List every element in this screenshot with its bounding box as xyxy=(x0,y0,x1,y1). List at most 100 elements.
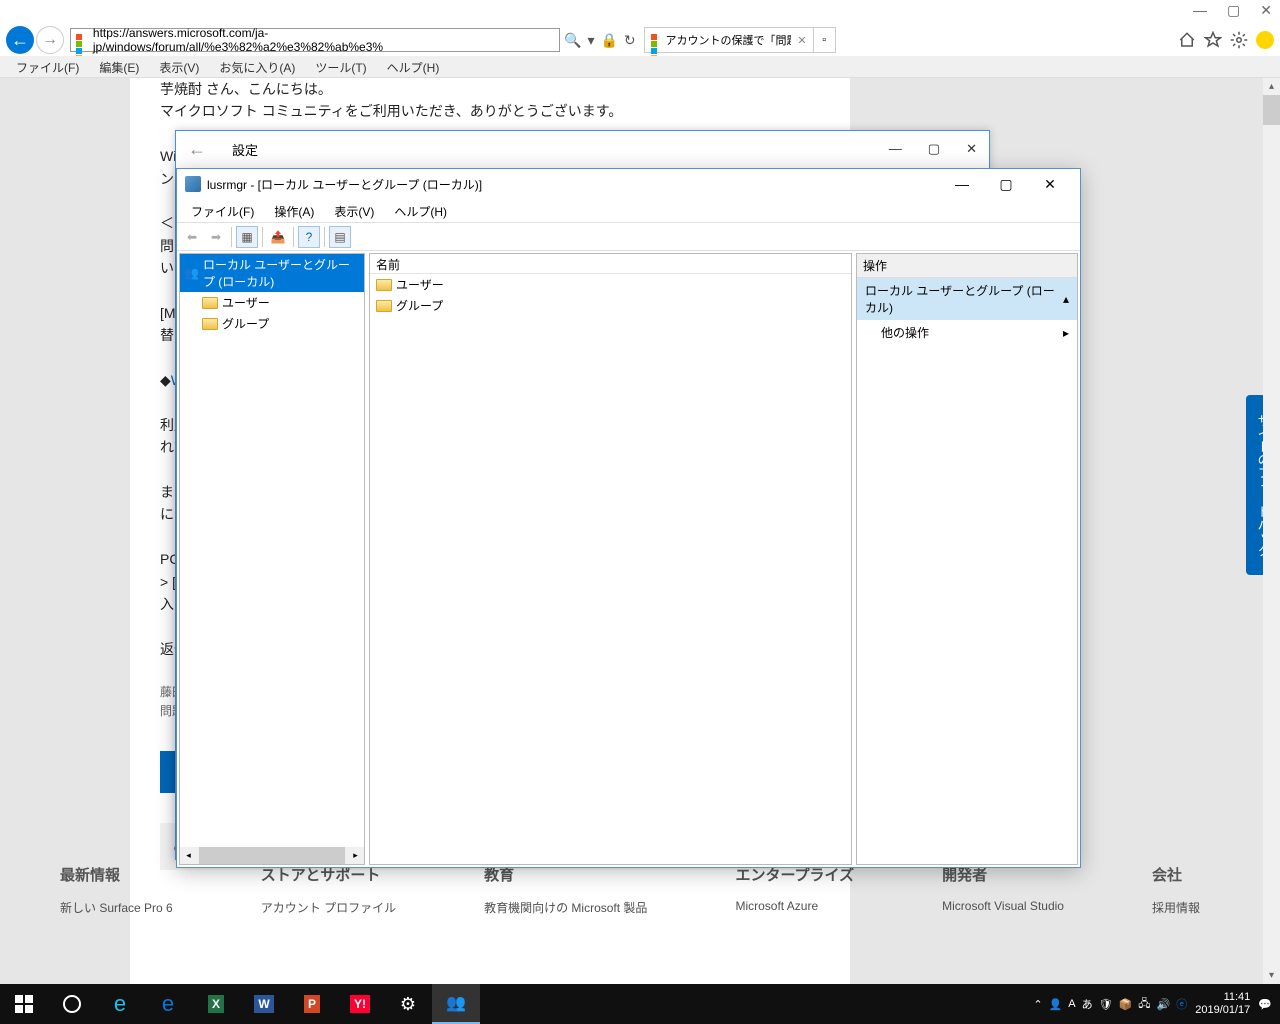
tray-volume-icon[interactable]: 🔊 xyxy=(1157,998,1171,1011)
action-center-icon[interactable]: 💬 xyxy=(1258,998,1272,1011)
taskbar-excel[interactable]: X xyxy=(192,984,240,1024)
settings-back-button[interactable]: ← xyxy=(188,139,206,160)
close-button[interactable]: ✕ xyxy=(1260,2,1272,19)
mmc-menu-bar: ファイル(F) 操作(A) 表示(V) ヘルプ(H) xyxy=(177,199,1080,223)
settings-maximize[interactable]: ▢ xyxy=(928,141,940,157)
tray-network-icon[interactable]: 🖧 xyxy=(1138,995,1150,1014)
lock-icon: 🔒 xyxy=(600,32,617,49)
list-row-groups[interactable]: グループ xyxy=(370,295,851,316)
taskbar-clock[interactable]: 11:41 2019/01/17 xyxy=(1195,991,1250,1017)
menu-view[interactable]: 表示(V) xyxy=(149,56,209,77)
scroll-left-icon[interactable]: ◂ xyxy=(180,847,197,864)
list-header-name[interactable]: 名前 xyxy=(370,254,851,274)
browser-tab[interactable]: アカウントの保護で「問題が発... ✕ xyxy=(644,27,814,53)
favorites-icon[interactable] xyxy=(1204,31,1222,49)
scroll-down-icon[interactable]: ▾ xyxy=(1263,967,1280,984)
home-icon[interactable] xyxy=(1178,31,1196,49)
footer-link[interactable]: 新しい Surface Pro 6 xyxy=(60,899,173,916)
footer-link[interactable]: 採用情報 xyxy=(1152,899,1200,916)
tray-kana-icon[interactable]: あ xyxy=(1082,996,1093,1012)
folder-icon xyxy=(202,297,218,309)
tray-defender-icon[interactable]: 🛡 xyxy=(1099,998,1113,1011)
mmc-menu-help[interactable]: ヘルプ(H) xyxy=(384,199,457,222)
settings-close[interactable]: ✕ xyxy=(966,141,977,157)
tray-edge-icon[interactable]: ⓔ xyxy=(1176,996,1187,1012)
footer-heading: 最新情報 xyxy=(60,864,173,885)
taskbar-settings[interactable]: ⚙ xyxy=(384,984,432,1024)
list-row-users[interactable]: ユーザー xyxy=(370,274,851,295)
system-tray: ⌃ 👤 A あ 🛡 📦 🖧 🔊 ⓔ 11:41 2019/01/17 💬 xyxy=(1033,991,1280,1017)
toolbar-export-icon[interactable]: 📤 xyxy=(267,226,289,248)
cortana-button[interactable] xyxy=(48,984,96,1024)
taskbar-edge[interactable]: e xyxy=(144,984,192,1024)
mmc-menu-view[interactable]: 表示(V) xyxy=(324,199,384,222)
mmc-close[interactable]: ✕ xyxy=(1028,170,1072,198)
taskbar-ie[interactable]: e xyxy=(96,984,144,1024)
footer: 最新情報新しい Surface Pro 6 ストアとサポートアカウント プロファ… xyxy=(60,864,1200,924)
taskbar-word[interactable]: W xyxy=(240,984,288,1024)
refresh-icon[interactable]: ↻ xyxy=(624,32,636,49)
mmc-menu-file[interactable]: ファイル(F) xyxy=(181,199,264,222)
settings-minimize[interactable]: — xyxy=(889,141,902,157)
settings-title: 設定 xyxy=(232,140,258,159)
menu-tools[interactable]: ツール(T) xyxy=(305,56,376,77)
footer-link[interactable]: アカウント プロファイル xyxy=(261,899,396,916)
tree-users[interactable]: ユーザー xyxy=(180,292,364,313)
footer-link[interactable]: Microsoft Azure xyxy=(735,899,854,913)
toolbar-back-icon[interactable]: ⬅ xyxy=(181,226,203,248)
tab-close-button[interactable]: ✕ xyxy=(797,34,806,47)
search-icon[interactable]: 🔍 xyxy=(564,32,581,49)
menu-help[interactable]: ヘルプ(H) xyxy=(377,56,450,77)
actions-item-label: 他の操作 xyxy=(881,324,929,341)
toolbar-forward-icon[interactable]: ➡ xyxy=(205,226,227,248)
mmc-maximize[interactable]: ▢ xyxy=(984,170,1028,198)
toolbar-actionpane-icon[interactable]: ▤ xyxy=(329,226,351,248)
tree-hscroll[interactable]: ◂ ▸ xyxy=(180,847,364,864)
page-scrollbar[interactable]: ▴ ▾ xyxy=(1263,78,1280,984)
tree-root[interactable]: 👥 ローカル ユーザーとグループ (ローカル) xyxy=(180,254,364,292)
start-button[interactable] xyxy=(0,984,48,1024)
taskbar-mmc[interactable]: 👥 xyxy=(432,984,480,1024)
mmc-toolbar: ⬅ ➡ ▦ 📤 ? ▤ xyxy=(177,223,1080,251)
forward-button[interactable]: → xyxy=(36,26,64,54)
scroll-thumb[interactable] xyxy=(1263,95,1280,125)
ms-logo-icon xyxy=(75,33,89,47)
settings-icon[interactable] xyxy=(1230,31,1248,49)
tray-people-icon[interactable]: 👤 xyxy=(1049,998,1063,1011)
smiley-icon[interactable] xyxy=(1256,31,1274,49)
taskbar-powerpoint[interactable]: P xyxy=(288,984,336,1024)
scroll-up-icon[interactable]: ▴ xyxy=(1263,78,1280,95)
menu-favorites[interactable]: お気に入り(A) xyxy=(209,56,305,77)
tray-ime-icon[interactable]: A xyxy=(1068,998,1075,1010)
actions-item-root[interactable]: ローカル ユーザーとグループ (ローカル) ▴ xyxy=(857,278,1077,320)
url-field[interactable]: https://answers.microsoft.com/ja-jp/wind… xyxy=(70,28,560,52)
footer-link[interactable]: Microsoft Visual Studio xyxy=(942,899,1064,913)
taskbar-yahoo[interactable]: Y! xyxy=(336,984,384,1024)
tree-groups[interactable]: グループ xyxy=(180,313,364,334)
footer-link[interactable]: 教育機関向けの Microsoft 製品 xyxy=(484,899,647,916)
new-tab-button[interactable]: ▫ xyxy=(814,27,836,53)
toolbar-showtree-icon[interactable]: ▦ xyxy=(236,226,258,248)
list-label: ユーザー xyxy=(396,276,444,293)
actions-item-more[interactable]: 他の操作 ▸ xyxy=(857,320,1077,345)
mmc-tree-pane: 👥 ローカル ユーザーとグループ (ローカル) ユーザー グループ ◂ ▸ xyxy=(179,253,365,865)
minimize-button[interactable]: — xyxy=(1193,2,1207,19)
mmc-menu-action[interactable]: 操作(A) xyxy=(264,199,324,222)
tree-groups-label: グループ xyxy=(222,315,269,332)
ie-menu-bar: ファイル(F) 編集(E) 表示(V) お気に入り(A) ツール(T) ヘルプ(… xyxy=(0,56,1280,78)
back-button[interactable]: ← xyxy=(6,26,34,54)
dropdown-icon[interactable]: ▾ xyxy=(587,32,594,49)
menu-edit[interactable]: 編集(E) xyxy=(89,56,149,77)
mmc-minimize[interactable]: — xyxy=(940,170,984,198)
scroll-right-icon[interactable]: ▸ xyxy=(347,847,364,864)
maximize-button[interactable]: ▢ xyxy=(1227,2,1240,19)
tray-box-icon[interactable]: 📦 xyxy=(1119,998,1133,1011)
list-label: グループ xyxy=(396,297,443,314)
menu-file[interactable]: ファイル(F) xyxy=(6,56,89,77)
mmc-title-text: lusrmgr - [ローカル ユーザーとグループ (ローカル)] xyxy=(207,176,482,193)
toolbar-help-icon[interactable]: ? xyxy=(298,226,320,248)
scroll-thumb[interactable] xyxy=(199,847,345,864)
tree-root-label: ローカル ユーザーとグループ (ローカル) xyxy=(203,256,360,290)
submenu-icon: ▸ xyxy=(1063,326,1069,340)
tray-up-icon[interactable]: ⌃ xyxy=(1033,998,1042,1011)
